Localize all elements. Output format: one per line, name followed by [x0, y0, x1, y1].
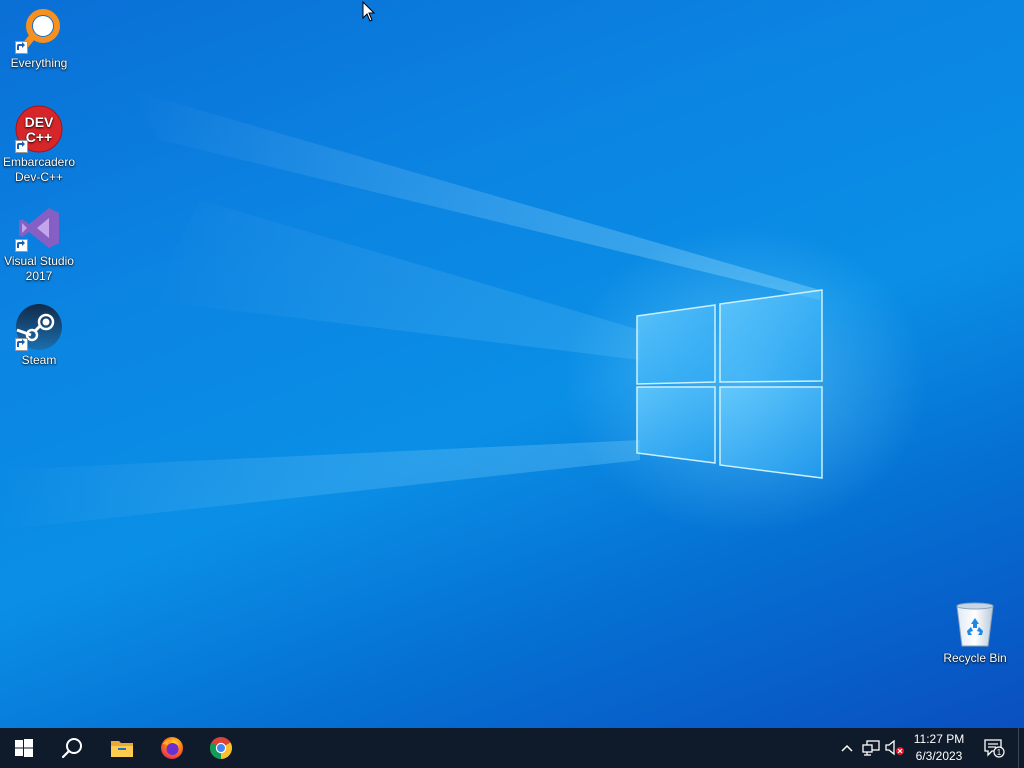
shortcut-arrow-icon [15, 41, 28, 54]
firefox-icon [161, 737, 183, 759]
visual-studio-icon [15, 204, 63, 252]
chevron-up-icon [841, 744, 853, 752]
shortcut-arrow-icon [15, 338, 28, 351]
mouse-cursor-icon [362, 1, 376, 22]
desktop-icon-devcpp[interactable]: DEV C++ Embarcadero Dev-C++ [0, 105, 78, 185]
search-icon [61, 738, 82, 759]
show-hidden-icons-button[interactable] [838, 728, 856, 768]
svg-text:DEV: DEV [25, 114, 54, 130]
chrome-button[interactable] [197, 728, 245, 768]
shortcut-arrow-icon [15, 239, 28, 252]
icon-label: Recycle Bin [943, 651, 1007, 665]
devcpp-icon: DEV C++ [15, 105, 63, 153]
chrome-icon [210, 737, 232, 759]
notification-icon: 1 [984, 739, 1005, 758]
clock-time: 11:27 PM [913, 732, 965, 746]
network-icon [862, 740, 880, 756]
file-explorer-icon [111, 741, 133, 757]
desktop[interactable]: Everything DEV C++ Embarcadero Dev-C++ V… [0, 0, 1024, 728]
svg-text:C++: C++ [26, 129, 52, 145]
desktop-icon-recycle-bin[interactable]: Recycle Bin [936, 601, 1014, 666]
desktop-icon-everything[interactable]: Everything [0, 6, 78, 71]
icon-label: Steam [21, 353, 57, 367]
clock-date: 6/3/2023 [915, 749, 963, 763]
taskbar: 11:27 PM 6/3/2023 1 [0, 728, 1024, 768]
network-button[interactable] [860, 728, 882, 768]
volume-muted-icon [885, 740, 904, 756]
firefox-button[interactable] [148, 728, 196, 768]
search-button[interactable] [48, 728, 96, 768]
action-center-button[interactable]: 1 [980, 728, 1008, 768]
recycle-bin-icon [951, 601, 999, 649]
clock[interactable]: 11:27 PM 6/3/2023 [906, 728, 972, 768]
notification-count: 1 [997, 748, 1002, 757]
steam-icon [15, 303, 63, 351]
desktop-icon-steam[interactable]: Steam [0, 303, 78, 368]
desktop-icon-visual-studio[interactable]: Visual Studio 2017 [0, 204, 78, 284]
icon-label: Embarcadero Dev-C++ [2, 155, 76, 184]
icon-label: Everything [10, 56, 68, 70]
wallpaper-windows-logo [636, 289, 823, 479]
shortcut-arrow-icon [15, 140, 28, 153]
file-explorer-button[interactable] [98, 728, 146, 768]
volume-button[interactable] [884, 728, 906, 768]
icon-label: Visual Studio 2017 [4, 254, 74, 283]
everything-icon [15, 6, 63, 54]
start-button[interactable] [0, 728, 48, 768]
start-icon [15, 739, 33, 757]
show-desktop-button[interactable] [1018, 728, 1024, 768]
